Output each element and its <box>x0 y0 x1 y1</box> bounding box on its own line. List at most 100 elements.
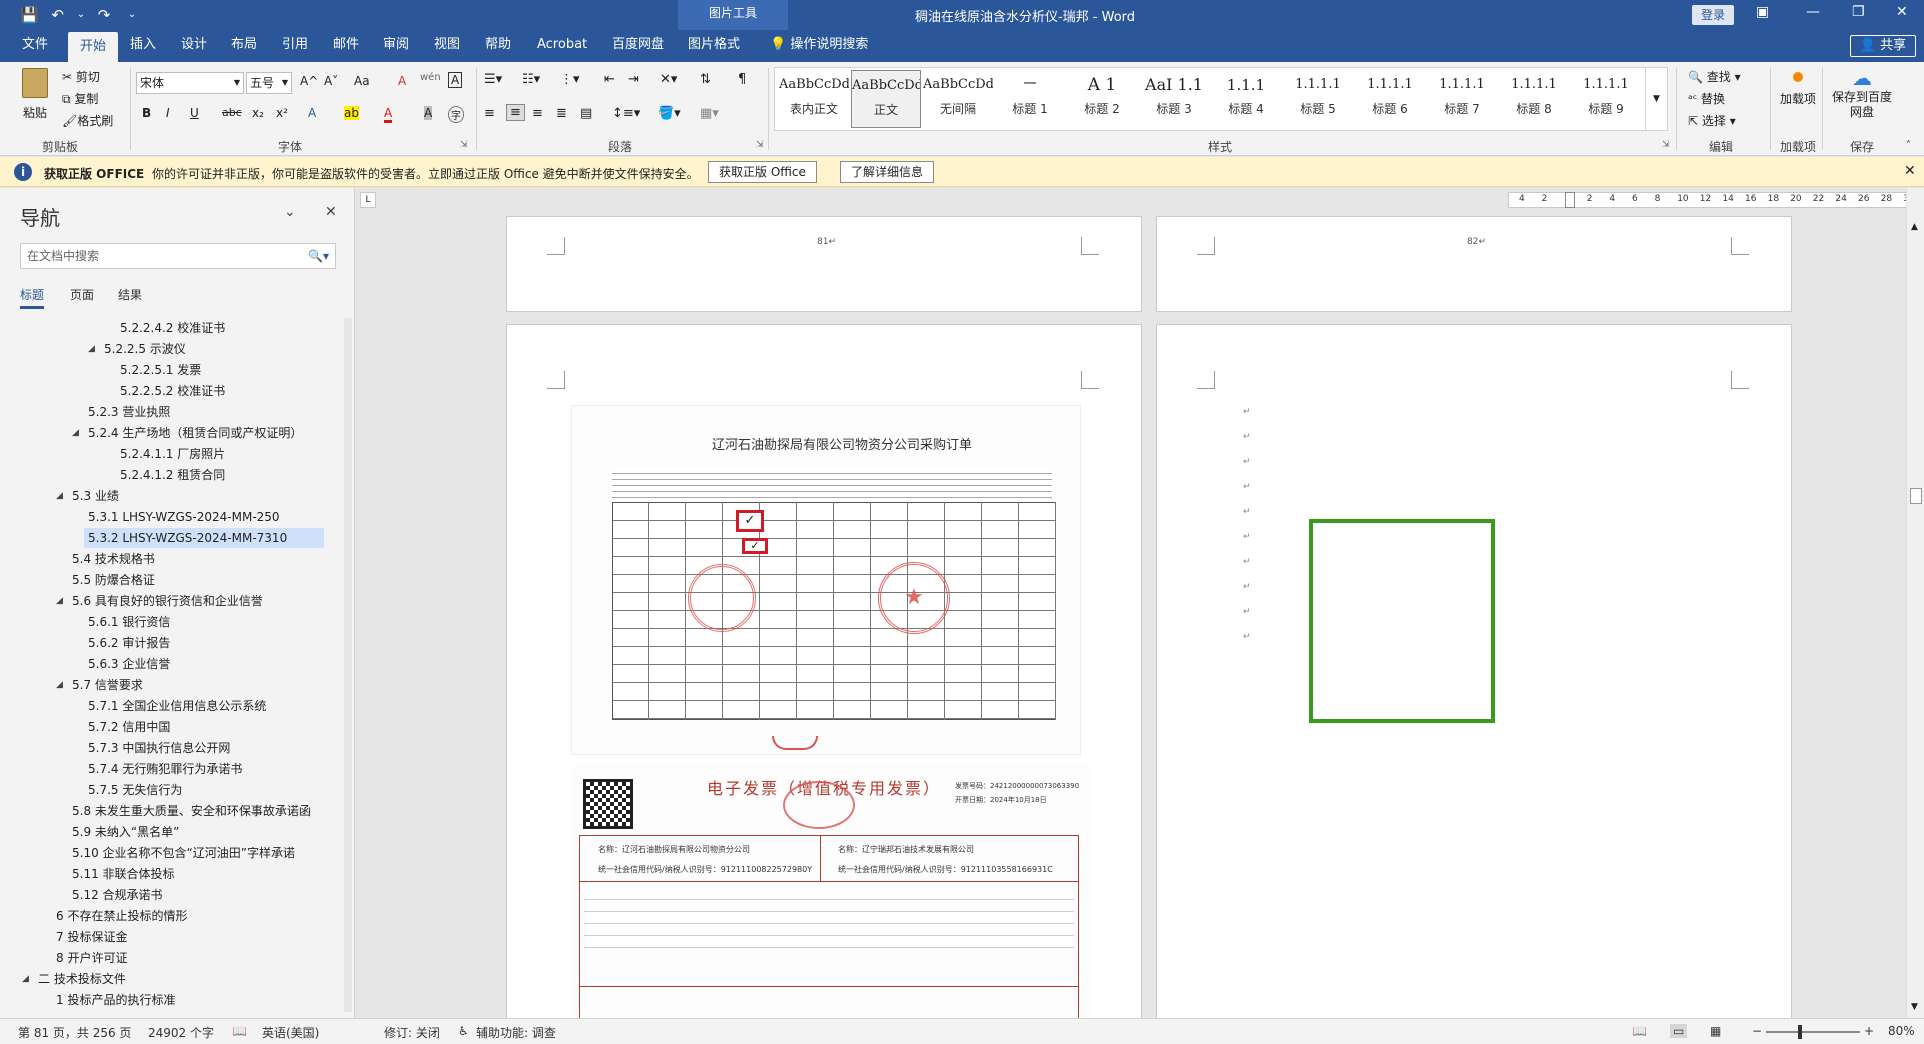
font-name-combo[interactable]: 宋体 ▼ <box>136 72 244 94</box>
grow-font-button[interactable]: A^ <box>300 74 318 88</box>
accessibility-status[interactable]: 辅助功能: 调查 <box>476 1024 556 1041</box>
phonetic-guide-button[interactable]: wén <box>420 72 441 83</box>
nav-heading-item[interactable]: 5.12 合规承诺书 <box>72 885 163 905</box>
style-heading-5[interactable]: 1.1.1.1 标题 5 <box>1283 70 1353 128</box>
learn-more-button[interactable]: 了解详细信息 <box>840 161 935 183</box>
shading-button[interactable]: 🪣▾ <box>658 106 681 121</box>
search-icon[interactable]: 🔍▾ <box>308 244 329 268</box>
tab-picture-format[interactable]: 图片格式 <box>676 30 752 62</box>
change-case-button[interactable]: Aa <box>354 74 370 88</box>
vertical-scrollbar[interactable]: ▲ ▼ <box>1906 188 1924 1018</box>
collapse-ribbon-icon[interactable]: ˄ <box>1906 140 1911 151</box>
get-genuine-office-button[interactable]: 获取正版 Office <box>708 161 817 183</box>
align-right-button[interactable]: ≡ <box>532 106 543 121</box>
format-painter-button[interactable]: 🖌格式刷 <box>62 112 113 129</box>
close-icon[interactable]: ✕ <box>325 204 337 220</box>
tab-insert[interactable]: 插入 <box>118 30 168 62</box>
bold-button[interactable]: B <box>142 106 151 120</box>
invoice-image[interactable]: 电子发票（增值税专用发票） 发票号码：24212000000073063390 … <box>571 763 1091 1018</box>
page-count[interactable]: 第 81 页，共 256 页 <box>18 1024 131 1041</box>
close-icon[interactable]: ✕ <box>1904 163 1916 179</box>
tab-baidu-netdisk[interactable]: 百度网盘 <box>600 30 676 62</box>
horizontal-ruler[interactable]: 4224681012141618202224262830323436384042… <box>1508 192 1924 208</box>
restore-button[interactable]: ❐ <box>1852 4 1865 20</box>
style-heading-9[interactable]: 1.1.1.1 标题 9 <box>1571 70 1641 128</box>
tab-help[interactable]: 帮助 <box>473 30 523 62</box>
nav-heading-item[interactable]: 5.4 技术规格书 <box>72 549 155 569</box>
style-heading-1[interactable]: 一标题 1 <box>995 70 1065 128</box>
scroll-up-icon[interactable]: ▲ <box>1911 222 1918 232</box>
nav-heading-item[interactable]: 1 投标产品的执行标准 <box>56 990 175 1010</box>
nav-heading-item[interactable]: ◢ 5.3 业绩 <box>56 486 119 506</box>
character-shading-button[interactable]: A <box>424 106 433 120</box>
nav-heading-item[interactable]: 5.2.2.5.2 校准证书 <box>120 381 225 401</box>
decrease-indent-button[interactable]: ⇤ <box>604 72 615 87</box>
undo-dropdown-icon[interactable]: ⌄ <box>77 4 85 26</box>
nav-heading-item[interactable]: 5.7.4 无行贿犯罪行为承诺书 <box>88 759 242 779</box>
highlight-button[interactable]: ab <box>344 106 359 120</box>
nav-heading-item[interactable]: 5.3.2 LHSY-WZGS-2024-MM-7310 <box>84 528 324 548</box>
increase-indent-button[interactable]: ⇥ <box>628 72 639 87</box>
nav-heading-item[interactable]: ◢ 5.6 具有良好的银行资信和企业信誉 <box>56 591 263 611</box>
justify-button[interactable]: ≣ <box>556 106 567 121</box>
line-spacing-button[interactable]: ↕≡▾ <box>612 106 640 121</box>
web-layout-icon[interactable]: ▦ <box>1710 1024 1721 1038</box>
numbering-button[interactable]: ☷▾ <box>522 72 540 87</box>
paste-button[interactable]: 粘贴 <box>18 68 52 121</box>
read-mode-icon[interactable]: 📖 <box>1632 1024 1647 1038</box>
nav-heading-item[interactable]: 5.10 企业名称不包含“辽河油田”字样承诺 <box>72 843 295 863</box>
collapse-triangle-icon[interactable]: ◢ <box>72 423 79 443</box>
show-marks-button[interactable]: ¶ <box>738 72 746 87</box>
style-no-spacing[interactable]: AaBbCcDdI 无间隔 <box>923 70 993 128</box>
style-heading-3[interactable]: AaI 1.1 标题 3 <box>1139 70 1209 128</box>
style-table-body[interactable]: AaBbCcDdI 表内正文 <box>779 70 849 128</box>
styles-more-button[interactable]: ▼ <box>1645 68 1667 130</box>
nav-tab-pages[interactable]: 页面 <box>70 286 94 303</box>
nav-heading-item[interactable]: 8 开户许可证 <box>56 948 127 968</box>
enclose-characters-button[interactable]: 字 <box>448 106 464 123</box>
style-heading-7[interactable]: 1.1.1.1 标题 7 <box>1427 70 1497 128</box>
tab-layout[interactable]: 布局 <box>219 30 269 62</box>
close-button[interactable]: ✕ <box>1896 4 1908 20</box>
minimize-button[interactable]: — <box>1806 4 1820 20</box>
nav-heading-item[interactable]: 5.3.1 LHSY-WZGS-2024-MM-250 <box>88 507 280 527</box>
nav-heading-item[interactable]: 5.7.3 中国执行信息公开网 <box>88 738 230 758</box>
login-button[interactable]: 登录 <box>1692 5 1734 25</box>
tab-mailings[interactable]: 邮件 <box>321 30 371 62</box>
tab-view[interactable]: 视图 <box>422 30 472 62</box>
nav-heading-item[interactable]: 6 不存在禁止投标的情形 <box>56 906 187 926</box>
nav-heading-item[interactable]: 5.7.5 无失信行为 <box>88 780 182 800</box>
nav-scrollbar[interactable] <box>344 318 352 1012</box>
collapse-triangle-icon[interactable]: ◢ <box>22 969 29 989</box>
addins-button[interactable]: 加载项 <box>1780 68 1816 107</box>
superscript-button[interactable]: x² <box>276 106 288 120</box>
style-heading-8[interactable]: 1.1.1.1 标题 8 <box>1499 70 1569 128</box>
nav-heading-item[interactable]: 5.7.2 信用中国 <box>88 717 170 737</box>
undo-icon[interactable]: ↶ <box>49 4 67 26</box>
strikethrough-button[interactable]: abc <box>222 106 242 119</box>
zoom-in-button[interactable]: + <box>1864 1024 1874 1038</box>
chevron-down-icon[interactable]: ⌄ <box>284 204 296 220</box>
chinese-layout-button[interactable]: ✕▾ <box>660 72 677 87</box>
nav-heading-item[interactable]: 5.6.1 银行资信 <box>88 612 170 632</box>
shrink-font-button[interactable]: A˅ <box>324 74 338 88</box>
align-center-button[interactable]: ≡ <box>506 104 525 121</box>
share-button[interactable]: 👤 共享 <box>1850 35 1916 57</box>
subscript-button[interactable]: x₂ <box>252 106 264 120</box>
nav-heading-item[interactable]: 5.9 未纳入“黑名单” <box>72 822 179 842</box>
select-button[interactable]: ⇱ 选择 ▾ <box>1688 112 1736 129</box>
nav-heading-item[interactable]: 5.11 非联合体投标 <box>72 864 175 884</box>
nav-heading-item[interactable]: 5.2.2.4.2 校准证书 <box>120 318 225 338</box>
tab-selector[interactable]: L <box>360 192 376 208</box>
zoom-out-button[interactable]: − <box>1752 1024 1762 1038</box>
sort-button[interactable]: ⇅ <box>700 72 711 87</box>
styles-dialog-launcher-icon[interactable]: ⇲ <box>1662 140 1670 150</box>
track-changes-status[interactable]: 修订: 关闭 <box>384 1024 440 1041</box>
font-size-combo[interactable]: 五号 ▼ <box>246 72 292 94</box>
nav-heading-item[interactable]: 5.2.3 营业执照 <box>88 402 170 422</box>
redo-icon[interactable]: ↷ <box>95 4 113 26</box>
tab-review[interactable]: 审阅 <box>371 30 421 62</box>
style-heading-6[interactable]: 1.1.1.1 标题 6 <box>1355 70 1425 128</box>
ribbon-display-options-icon[interactable]: ▣ <box>1756 4 1769 20</box>
nav-heading-item[interactable]: ◢ 5.2.2.5 示波仪 <box>88 339 186 359</box>
